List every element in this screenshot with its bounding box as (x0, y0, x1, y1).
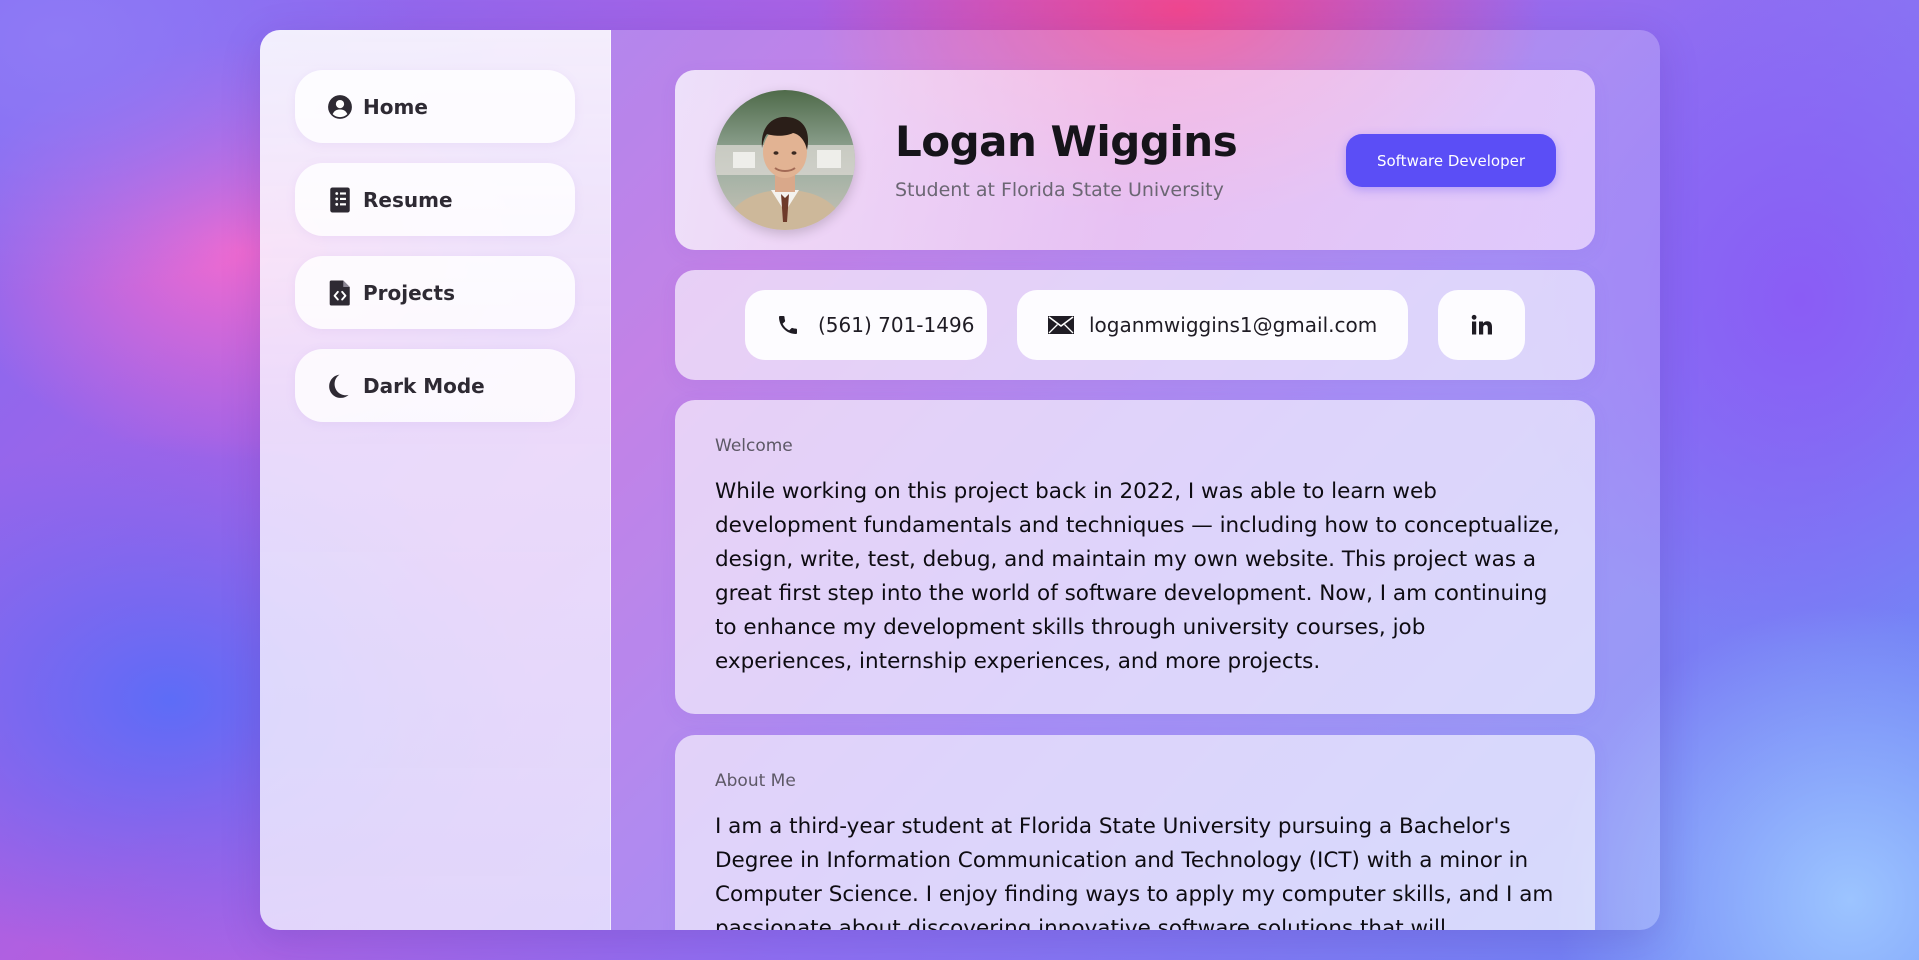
sidebar: Home Resume Projects Dark Mode (260, 30, 611, 930)
app-frame: Home Resume Projects Dark Mode Logan Wig… (260, 30, 1660, 930)
sidebar-item-resume[interactable]: Resume (295, 163, 575, 236)
sidebar-item-home[interactable]: Home (295, 70, 575, 143)
section-label: About Me (715, 771, 796, 791)
profile-subtitle: Student at Florida State University (895, 179, 1224, 201)
email-contact[interactable]: loganmwiggins1@gmail.com (1017, 290, 1408, 360)
section-body: I am a third-year student at Florida Sta… (715, 814, 1554, 930)
linkedin-link[interactable] (1438, 290, 1525, 360)
sidebar-item-dark-mode[interactable]: Dark Mode (295, 349, 575, 422)
phone-icon (775, 312, 801, 338)
linkedin-icon (1470, 313, 1494, 337)
role-button[interactable]: Software Developer (1346, 134, 1556, 187)
user-circle-icon (326, 93, 354, 121)
sidebar-item-projects[interactable]: Projects (295, 256, 575, 329)
profile-header: Logan Wiggins Student at Florida State U… (675, 70, 1595, 250)
profile-name: Logan Wiggins (895, 117, 1238, 166)
envelope-icon (1047, 312, 1075, 338)
avatar (715, 90, 855, 230)
moon-icon (326, 372, 354, 400)
sidebar-item-label: Home (363, 94, 428, 119)
section-label: Welcome (715, 436, 793, 456)
sidebar-item-label: Projects (363, 280, 456, 305)
main-content: Logan Wiggins Student at Florida State U… (610, 30, 1660, 930)
document-icon (326, 186, 354, 214)
about-section: About Me I am a third-year student at Fl… (675, 735, 1595, 930)
phone-number: (561) 701-1496 (818, 313, 975, 337)
section-body: While working on this project back in 20… (715, 479, 1560, 674)
contact-bar: (561) 701-1496 loganmwiggins1@gmail.com (675, 270, 1595, 380)
sidebar-item-label: Dark Mode (363, 373, 485, 398)
email-address: loganmwiggins1@gmail.com (1089, 313, 1378, 337)
code-file-icon (326, 279, 354, 307)
sidebar-item-label: Resume (363, 187, 453, 212)
phone-contact[interactable]: (561) 701-1496 (745, 290, 987, 360)
welcome-section: Welcome While working on this project ba… (675, 400, 1595, 714)
